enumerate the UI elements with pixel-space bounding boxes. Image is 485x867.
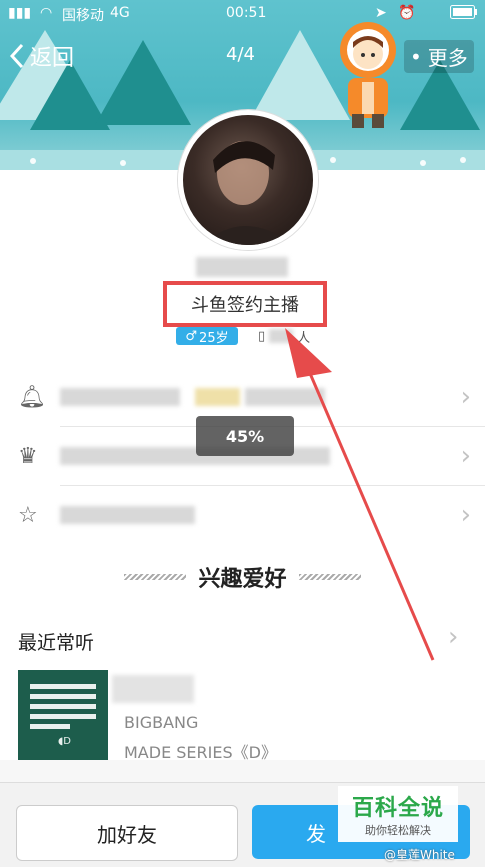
info-row-3[interactable]: ☆ › [0,486,485,544]
status-time: 00:51 [226,5,267,21]
device-badge: ▯ 人 [258,327,314,346]
watermark-logo: 百科全说 助你轻松解决 [338,786,458,842]
divider [298,574,361,580]
watermark-sub: 助你轻松解决 [365,824,431,837]
chevron-right-icon: › [460,500,471,530]
bell-icon: 🔔︎ [18,385,46,410]
recent-listening-label: 最近常听 [18,632,95,654]
chevron-right-icon[interactable]: › [448,622,458,652]
send-label: 发 [306,821,326,846]
interest-section-header: 兴趣爱好 [0,560,485,594]
profile-tag: 斗鱼签约主播 [163,281,327,327]
location-icon: ➤ [375,5,387,21]
progress-label: 45% [225,426,265,446]
avatar[interactable] [178,110,318,250]
more-button[interactable]: • 更多 [404,40,474,73]
tag-label: 斗鱼签约主播 [191,295,299,316]
age-label: 25岁 [199,330,229,346]
eskimo-illustration [330,18,410,133]
watermark-main: 百科全说 [351,796,444,821]
album-cover[interactable]: ◖D [18,670,108,760]
nickname-redacted [196,257,288,277]
wifi-icon: ◠ [40,5,53,21]
phone-icon: ▯ [258,328,266,344]
male-icon: ♂ [185,328,198,344]
alarm-icon: ⏰ [398,5,416,21]
album-artist: BIGBANG [124,713,199,732]
interest-title: 兴趣爱好 [198,567,287,592]
age-badge: ♂ 25岁 [176,327,238,346]
crown-icon: ♛ [18,444,38,469]
star-icon: ☆ [18,503,38,528]
album-name: MADE SERIES《D》 [124,743,277,762]
chevron-left-icon [10,43,24,69]
carrier-name: 国移动 [62,8,104,24]
battery-icon [450,5,478,19]
device-label: 人 [297,330,311,346]
status-bar: ▮▮▮ ◠ 国移动 4G 00:51 ➤ ⏰ [0,0,485,28]
chevron-right-icon: › [460,441,471,471]
add-friend-button[interactable]: 加好友 [16,805,238,861]
signal-icon: ▮▮▮ [8,5,32,21]
add-friend-label: 加好友 [97,822,157,847]
music-redacted [112,675,194,703]
weibo-watermark: @皇莲White [384,848,455,862]
chevron-right-icon: › [460,382,471,412]
back-button[interactable]: 返回 [10,40,74,72]
more-label: 更多 [427,46,468,70]
network-type: 4G [110,5,130,21]
loading-progress: 45% [196,416,294,456]
divider [124,574,187,580]
dot-icon: • [410,44,422,69]
photo-page-indicator: 4/4 [226,44,255,65]
back-label: 返回 [30,46,75,71]
